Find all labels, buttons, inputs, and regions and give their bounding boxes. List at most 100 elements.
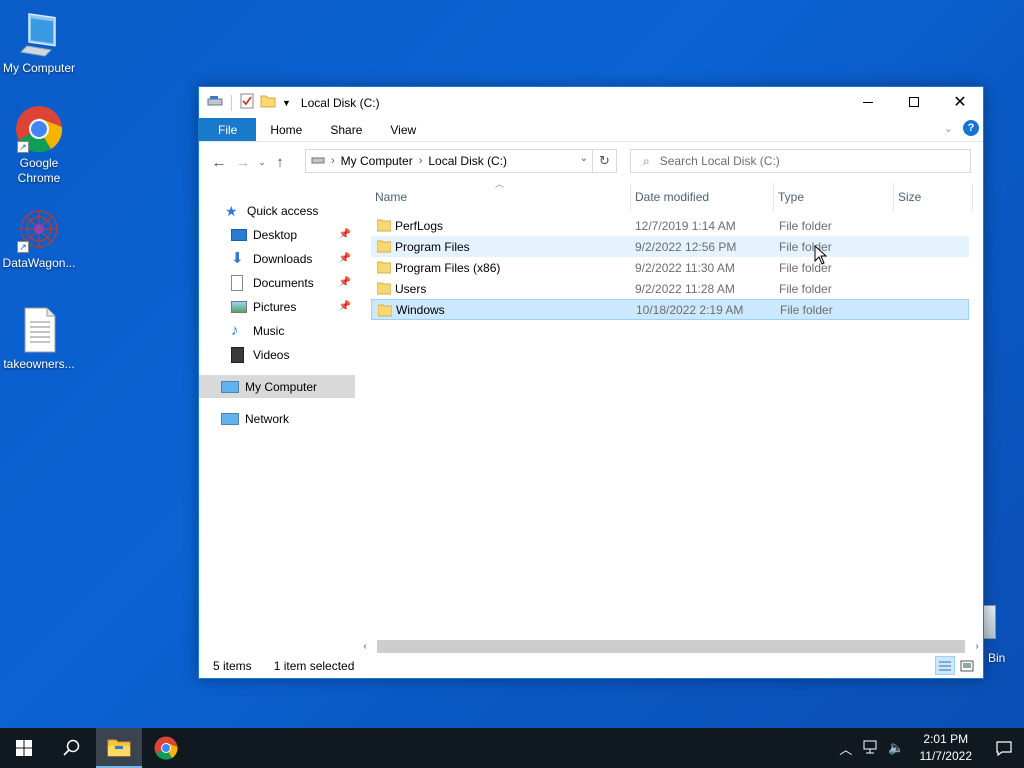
minimize-icon bbox=[863, 101, 873, 103]
details-view-button[interactable] bbox=[935, 656, 955, 675]
up-icon[interactable]: ↑ bbox=[269, 154, 291, 171]
nav-desktop[interactable]: Desktop 📌 bbox=[199, 223, 355, 246]
desktop-icon-datawagon[interactable]: ↗ DataWagon... bbox=[1, 205, 77, 271]
nav-pictures[interactable]: Pictures 📌 bbox=[199, 295, 355, 318]
tab-file[interactable]: File bbox=[199, 118, 257, 141]
address-dropdown-icon[interactable]: ⌄ bbox=[580, 153, 588, 164]
nav-music[interactable]: ♪ Music bbox=[199, 319, 355, 342]
file-explorer-window: ▼ Local Disk (C:) ✕ File Home Share View… bbox=[198, 86, 984, 679]
nav-label: Network bbox=[245, 411, 290, 426]
table-row[interactable]: Program Files (x86) 9/2/2022 11:30 AM Fi… bbox=[371, 257, 969, 278]
desktop-icon-label: My Computer bbox=[2, 61, 76, 75]
chevron-right-icon: › bbox=[418, 155, 423, 167]
scroll-left-icon[interactable]: ‹ bbox=[359, 641, 371, 652]
nav-documents[interactable]: Documents 📌 bbox=[199, 271, 355, 294]
column-header-type[interactable]: Type bbox=[774, 183, 894, 211]
item-count: 5 items bbox=[213, 658, 252, 673]
help-icon[interactable]: ? bbox=[963, 120, 979, 136]
quick-access-toolbar: ▼ bbox=[199, 93, 291, 112]
file-type: File folder bbox=[779, 218, 832, 233]
tab-share[interactable]: Share bbox=[316, 118, 376, 141]
pictures-icon bbox=[231, 300, 247, 313]
column-header-date[interactable]: Date modified bbox=[631, 183, 774, 211]
desktop-icon-my-computer[interactable]: My Computer bbox=[1, 10, 77, 76]
breadcrumb-my-computer[interactable]: My Computer bbox=[341, 154, 413, 168]
nav-label: My Computer bbox=[245, 379, 318, 394]
action-center-button[interactable] bbox=[984, 728, 1024, 768]
tab-home[interactable]: Home bbox=[256, 118, 316, 141]
search-input[interactable]: ⌕ Search Local Disk (C:) bbox=[630, 149, 971, 173]
column-header-name[interactable]: Name bbox=[371, 183, 631, 211]
taskbar-chrome[interactable] bbox=[142, 728, 190, 768]
table-row[interactable]: Users 9/2/2022 11:28 AM File folder bbox=[371, 278, 969, 299]
details-view-icon bbox=[939, 661, 951, 670]
nav-label: Quick access bbox=[247, 203, 319, 218]
customize-qat-icon[interactable]: ▼ bbox=[282, 98, 291, 108]
shortcut-arrow-icon: ↗ bbox=[17, 241, 29, 253]
taskbar: ︿ 🔈 2:01 PM 11/7/2022 bbox=[0, 728, 1024, 768]
nav-videos[interactable]: Videos bbox=[199, 343, 355, 366]
documents-icon bbox=[231, 274, 243, 291]
desktop-icon-google-chrome[interactable]: ↗ Google Chrome bbox=[1, 105, 77, 186]
minimize-button[interactable] bbox=[845, 87, 891, 117]
close-button[interactable]: ✕ bbox=[937, 87, 983, 117]
address-bar[interactable]: › My Computer › Local Disk (C:) ⌄ ↻ bbox=[305, 149, 617, 173]
back-icon[interactable]: ← bbox=[207, 154, 231, 171]
scrollbar-thumb[interactable] bbox=[377, 640, 965, 653]
nav-network[interactable]: Network bbox=[199, 407, 355, 430]
folder-icon bbox=[377, 261, 391, 274]
maximize-button[interactable] bbox=[891, 87, 937, 117]
new-folder-icon[interactable] bbox=[260, 94, 276, 111]
nav-label: Videos bbox=[253, 347, 290, 362]
scroll-right-icon[interactable]: › bbox=[971, 641, 983, 652]
datawagon-icon: ↗ bbox=[15, 205, 63, 253]
drive-icon bbox=[207, 95, 223, 110]
maximize-icon bbox=[909, 97, 919, 107]
title-bar[interactable]: ▼ Local Disk (C:) ✕ bbox=[199, 87, 983, 118]
show-hidden-icons-icon[interactable]: ︿ bbox=[839, 739, 852, 758]
table-row[interactable]: PerfLogs 12/7/2019 1:14 AM File folder bbox=[371, 215, 969, 236]
file-explorer-icon bbox=[107, 739, 131, 757]
forward-icon[interactable]: → bbox=[231, 154, 255, 171]
large-icons-view-button[interactable] bbox=[957, 656, 977, 675]
recent-locations-icon[interactable]: ⌄ bbox=[255, 157, 269, 168]
tab-view[interactable]: View bbox=[376, 118, 430, 141]
chrome-icon bbox=[154, 736, 178, 760]
selection-count: 1 item selected bbox=[273, 658, 355, 673]
star-icon: ★ bbox=[225, 202, 238, 219]
search-button[interactable] bbox=[48, 728, 96, 768]
properties-icon[interactable] bbox=[240, 93, 254, 112]
notification-icon bbox=[996, 741, 1012, 756]
search-icon: ⌕ bbox=[643, 153, 650, 168]
status-bar: 5 items 1 item selected bbox=[199, 653, 983, 678]
folder-icon bbox=[377, 240, 391, 253]
folder-icon bbox=[377, 282, 391, 295]
taskbar-file-explorer[interactable] bbox=[96, 728, 142, 768]
nav-quick-access[interactable]: ★ Quick access bbox=[199, 199, 355, 222]
start-button[interactable] bbox=[0, 728, 48, 768]
clock[interactable]: 2:01 PM 11/7/2022 bbox=[920, 731, 973, 765]
file-date: 9/2/2022 11:30 AM bbox=[635, 260, 735, 275]
pin-icon: 📌 bbox=[338, 229, 351, 240]
volume-icon[interactable]: 🔈 bbox=[888, 740, 904, 756]
breadcrumb-local-disk[interactable]: Local Disk (C:) bbox=[428, 154, 507, 168]
desktop-icon-label: Google Chrome bbox=[17, 156, 61, 185]
system-tray: ︿ 🔈 2:01 PM 11/7/2022 bbox=[834, 728, 1024, 768]
expand-ribbon-icon[interactable]: ⌄ bbox=[944, 122, 953, 135]
desktop-icon-label: takeowners... bbox=[3, 357, 75, 371]
pin-icon: 📌 bbox=[338, 277, 351, 288]
file-list: ︿ Name Date modified Type Size PerfLogs … bbox=[371, 179, 973, 638]
nav-label: Music bbox=[253, 323, 285, 338]
desktop-icon-takeownership[interactable]: takeowners... bbox=[1, 306, 77, 372]
file-date: 9/2/2022 11:28 AM bbox=[635, 281, 735, 296]
nav-label: Desktop bbox=[253, 227, 298, 242]
computer-icon bbox=[221, 380, 239, 393]
column-header-size[interactable]: Size bbox=[894, 183, 973, 211]
nav-downloads[interactable]: ⬇ Downloads 📌 bbox=[199, 247, 355, 270]
refresh-icon[interactable]: ↻ bbox=[592, 150, 616, 172]
table-row[interactable]: Windows 10/18/2022 2:19 AM File folder bbox=[371, 299, 969, 320]
network-status-icon[interactable] bbox=[862, 740, 878, 757]
table-row[interactable]: Program Files 9/2/2022 12:56 PM File fol… bbox=[371, 236, 969, 257]
nav-my-computer[interactable]: My Computer bbox=[199, 375, 355, 398]
chrome-icon: ↗ bbox=[15, 105, 63, 153]
